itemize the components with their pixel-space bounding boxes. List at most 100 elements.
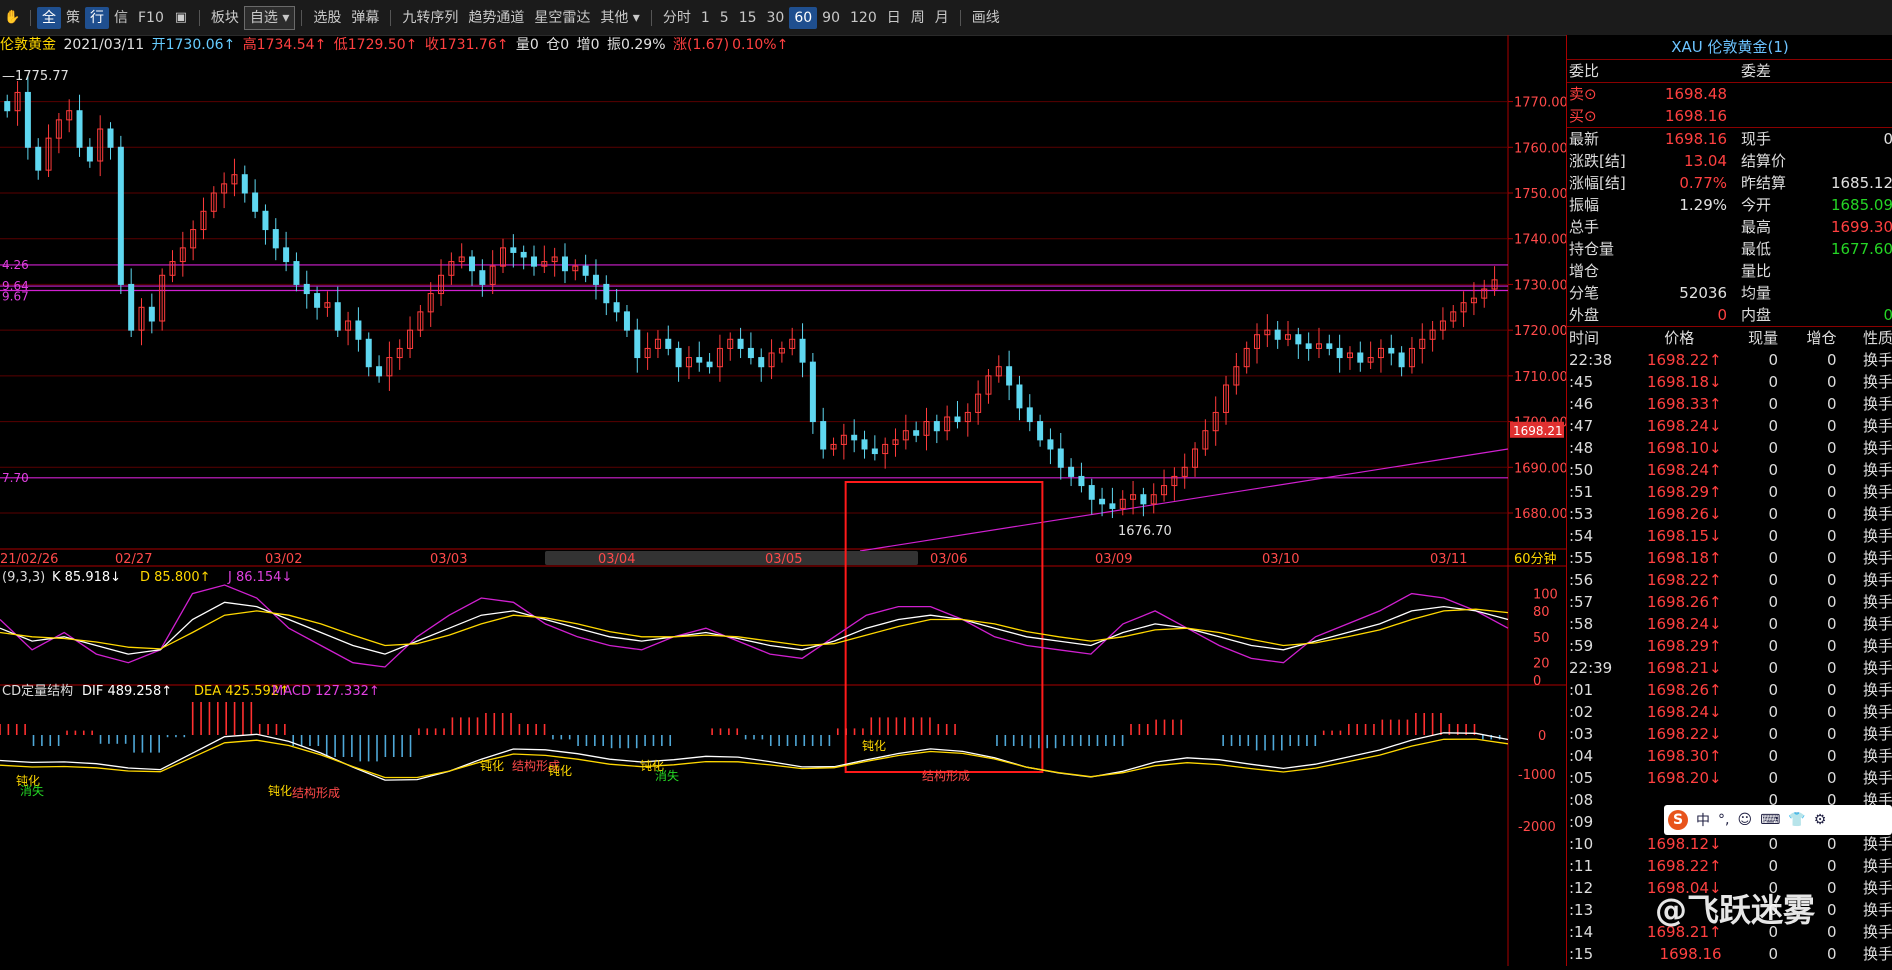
quote-row-label2: 量比 [1741,262,1772,280]
tick-row[interactable]: :53 1698.26↓ 0 0 换手 [1567,503,1892,525]
tick-row[interactable]: :11 1698.22↑ 0 0 换手 [1567,855,1892,877]
period-15-button[interactable]: 15 [734,7,762,29]
macd-annotation: 钝化 [268,784,292,798]
period-5-button[interactable]: 5 [715,7,734,29]
tick-row[interactable]: :45 1698.18↓ 0 0 换手 [1567,371,1892,393]
watchlist-label: 自选 [249,9,278,26]
ime-item[interactable]: 👕 [1788,812,1805,828]
tick-row[interactable]: :03 1698.22↓ 0 0 换手 [1567,723,1892,745]
ime-toolbar[interactable]: S 中 °, ☺ ⌨ 👕 ⚙ [1664,805,1892,835]
tick-row[interactable]: 22:38 1698.22↑ 0 0 换手 [1567,349,1892,371]
macd-title: CD定量结构 [2,684,73,699]
tick-inc: 0 [1826,857,1837,875]
tick-row[interactable]: :46 1698.33↑ 0 0 换手 [1567,393,1892,415]
tick-type: 换手 [1862,351,1892,369]
quote-row-value: 52036 [1679,284,1727,302]
tick-time: :09 [1569,813,1594,831]
period-120-button[interactable]: 120 [845,7,882,29]
tick-row[interactable]: 22:39 1698.21↓ 0 0 换手 [1567,657,1892,679]
candle-body [871,448,878,455]
tick-qty: 0 [1768,439,1779,457]
candle-body [148,306,155,322]
tool-other-dropdown[interactable]: 其他 ▾ [595,7,644,29]
period-tick-button[interactable]: 分时 [658,7,696,29]
tick-row[interactable]: :54 1698.15↓ 0 0 换手 [1567,525,1892,547]
period-30-button[interactable]: 30 [762,7,790,29]
tool-f10-button[interactable]: F10 [133,7,169,29]
tick-type: 换手 [1862,747,1892,765]
tick-inc: 0 [1826,615,1837,633]
ime-item[interactable]: ⚙ [1814,812,1827,828]
buy-price: 1698.16 [1664,107,1727,125]
quote-row-label2: 内盘 [1741,306,1772,324]
candle-body [1078,475,1085,487]
tool-sector-button[interactable]: 板块 [206,7,244,29]
macd-annotation: 消失 [20,783,44,798]
draw-line-button[interactable]: 画线 [967,7,1005,29]
ime-item[interactable]: ⌨ [1760,812,1780,828]
tool-picker-button[interactable]: 选股 [308,7,346,29]
period-90-button[interactable]: 90 [817,7,845,29]
y-tick-label: 1760.00 [1514,141,1566,156]
tick-inc: 0 [1826,725,1837,743]
quote-row-value2: 0 [1883,130,1892,148]
tick-row[interactable]: :04 1698.30↑ 0 0 换手 [1567,745,1892,767]
quote-row: 最新 1698.16 现手 0 [1567,128,1892,150]
tick-inc: 0 [1826,593,1837,611]
window-icon[interactable]: ▣ [173,10,189,26]
chart-area[interactable]: 1770.00 1760.00 1750.00 1740.00 1730.00 1720.… [0,35,1568,966]
candle-body [1295,334,1302,345]
order-ratio-row: 委比 委差 [1567,60,1892,83]
tool-danmaku-button[interactable]: 弹幕 [346,7,384,29]
quote-row: 总手 最高 1699.30 [1567,216,1892,238]
ime-item[interactable]: 中 [1696,810,1710,830]
tick-type: 换手 [1862,593,1892,611]
tool-info-button[interactable]: 信 [109,7,133,29]
tick-row[interactable]: :02 1698.24↓ 0 0 换手 [1567,701,1892,723]
ticks-list[interactable]: 22:38 1698.22↑ 0 0 换手:45 1698.18↓ 0 0 换手:46 1698.… [1567,349,1892,965]
tick-price: 1698.29↑ [1646,637,1722,655]
tick-time: :59 [1569,637,1594,655]
tick-row[interactable]: :47 1698.24↓ 0 0 换手 [1567,415,1892,437]
watchlist-dropdown[interactable]: 自选 ▾ [243,5,296,30]
tick-row[interactable]: :58 1698.24↓ 0 0 换手 [1567,613,1892,635]
tick-qty: 0 [1768,417,1779,435]
quote-title[interactable]: XAU 伦敦黄金(1) [1567,35,1892,60]
ime-item[interactable]: S [1668,810,1688,830]
tick-row[interactable]: :48 1698.10↓ 0 0 换手 [1567,437,1892,459]
tick-row[interactable]: :05 1698.20↓ 0 0 换手 [1567,767,1892,789]
tool-trend-button[interactable]: 趋势通道 [463,7,529,29]
tick-time: :11 [1569,857,1594,875]
tool-radar-button[interactable]: 星空雷达 [529,7,595,29]
period-day-button[interactable]: 日 [882,7,906,29]
tick-row[interactable]: :50 1698.24↑ 0 0 换手 [1567,459,1892,481]
tick-row[interactable]: :57 1698.26↑ 0 0 换手 [1567,591,1892,613]
quote-row-value2: 1677.60 [1830,240,1892,258]
tick-qty: 0 [1768,571,1779,589]
tick-time: :12 [1569,879,1594,897]
tick-row[interactable]: :10 1698.12↓ 0 0 换手 [1567,833,1892,855]
quote-row-value2 [1817,282,1892,304]
tick-row[interactable]: :56 1698.22↑ 0 0 换手 [1567,569,1892,591]
tool-nine-button[interactable]: 九转序列 [397,7,463,29]
tool-all-button[interactable]: 全 [37,6,61,29]
candle-body [365,338,372,368]
tick-row[interactable]: :15 1698.16 0 0 换手 [1567,943,1892,965]
divider [959,9,961,26]
tool-strategy-button[interactable]: 策 [61,7,85,29]
tick-row[interactable]: :55 1698.18↑ 0 0 换手 [1567,547,1892,569]
ime-item[interactable]: ☺ [1737,812,1752,828]
tool-quote-button[interactable]: 行 [85,6,109,29]
tick-row[interactable]: :01 1698.26↑ 0 0 换手 [1567,679,1892,701]
ime-item[interactable]: °, [1718,812,1729,828]
tick-inc: 0 [1826,747,1837,765]
bar-date: 2021/03/11 [63,37,145,53]
period-week-button[interactable]: 周 [906,7,930,29]
period-60-button[interactable]: 60 [789,6,818,29]
tick-row[interactable]: :51 1698.29↑ 0 0 换手 [1567,481,1892,503]
kline-chart[interactable]: 1770.00 1760.00 1750.00 1740.00 1730.00 1720.… [0,35,1568,966]
period-month-button[interactable]: 月 [930,7,954,29]
period-1-button[interactable]: 1 [696,7,715,29]
hand-icon[interactable]: ✋ [4,10,20,26]
tick-row[interactable]: :59 1698.29↑ 0 0 换手 [1567,635,1892,657]
